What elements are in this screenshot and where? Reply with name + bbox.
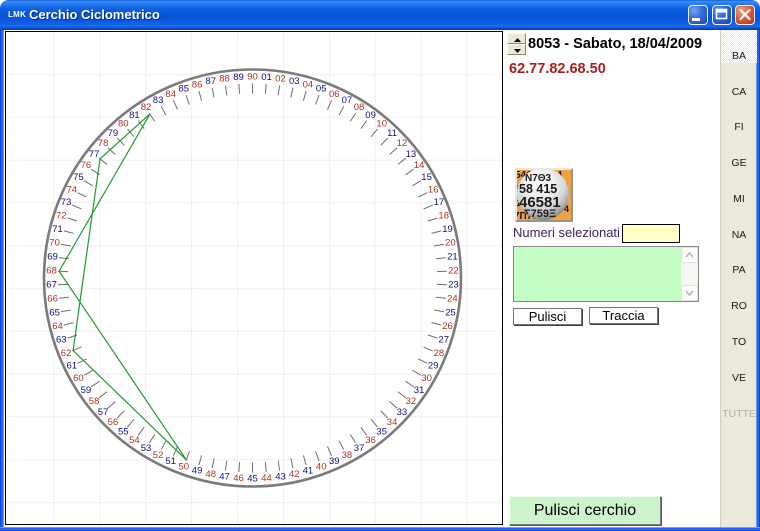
svg-text:73: 73 [61,197,72,208]
svg-text:88: 88 [219,74,230,85]
svg-text:31: 31 [414,385,425,396]
svg-text:30: 30 [421,373,432,384]
svg-text:04: 04 [303,79,314,90]
svg-text:85: 85 [179,84,190,95]
svg-text:43: 43 [275,472,286,483]
svg-text:44: 44 [261,473,272,484]
svg-text:01: 01 [261,72,272,83]
svg-text:87: 87 [205,76,216,87]
svg-text:34: 34 [387,417,398,428]
svg-text:07: 07 [342,95,353,106]
svg-text:89: 89 [233,72,244,83]
svg-text:26: 26 [442,321,453,332]
svg-text:84: 84 [165,89,176,100]
svg-text:55: 55 [118,427,129,438]
svg-text:21: 21 [447,252,458,263]
svg-text:51: 51 [165,456,176,467]
svg-text:16: 16 [428,184,439,195]
svg-text:61: 61 [67,361,78,372]
svg-text:56: 56 [108,417,119,428]
svg-text:59: 59 [81,385,92,396]
svg-text:19: 19 [442,224,453,235]
svg-text:86: 86 [192,79,203,90]
svg-text:71: 71 [52,224,63,235]
svg-text:24: 24 [447,294,458,305]
svg-text:37: 37 [354,443,365,454]
svg-text:08: 08 [354,102,365,113]
svg-text:06: 06 [329,89,340,100]
svg-text:70: 70 [49,238,60,249]
svg-text:27: 27 [438,335,449,346]
svg-text:09: 09 [365,110,376,121]
svg-text:02: 02 [275,74,286,85]
svg-text:62: 62 [61,348,72,359]
svg-text:90: 90 [247,72,258,83]
svg-text:72: 72 [56,210,67,221]
svg-text:42: 42 [289,469,300,480]
svg-text:03: 03 [289,76,300,87]
svg-text:46: 46 [233,473,244,484]
svg-text:28: 28 [434,348,445,359]
svg-text:77: 77 [89,149,100,160]
svg-text:22: 22 [448,266,459,277]
svg-text:50: 50 [179,461,190,472]
svg-text:12: 12 [397,138,408,149]
svg-text:45: 45 [247,474,258,485]
svg-text:53: 53 [141,443,152,454]
svg-text:81: 81 [129,110,140,121]
svg-text:36: 36 [365,435,376,446]
svg-text:58: 58 [89,396,100,407]
svg-text:40: 40 [316,461,327,472]
svg-text:68: 68 [46,266,57,277]
svg-text:41: 41 [303,466,314,477]
svg-text:78: 78 [98,138,109,149]
svg-text:69: 69 [47,252,58,263]
svg-text:38: 38 [342,450,353,461]
svg-text:83: 83 [153,95,164,106]
svg-text:52: 52 [153,450,164,461]
svg-text:39: 39 [329,456,340,467]
svg-text:47: 47 [219,472,230,483]
svg-text:17: 17 [434,197,445,208]
svg-text:74: 74 [67,184,78,195]
svg-text:10: 10 [376,119,387,130]
svg-text:67: 67 [46,280,57,291]
svg-text:29: 29 [428,361,439,372]
svg-text:35: 35 [376,427,387,438]
svg-text:05: 05 [316,84,327,95]
svg-text:75: 75 [73,172,84,183]
svg-text:33: 33 [397,407,408,418]
svg-text:32: 32 [406,396,417,407]
svg-text:65: 65 [49,307,60,318]
svg-text:63: 63 [56,335,67,346]
svg-text:79: 79 [108,128,119,139]
svg-text:20: 20 [445,238,456,249]
svg-text:15: 15 [421,172,432,183]
svg-text:57: 57 [98,407,109,418]
svg-text:60: 60 [73,373,84,384]
svg-text:54: 54 [129,435,140,446]
svg-text:11: 11 [387,128,397,139]
svg-text:64: 64 [52,321,63,332]
svg-text:18: 18 [438,210,449,221]
svg-text:13: 13 [406,149,417,160]
svg-text:48: 48 [205,469,216,480]
svg-text:82: 82 [141,102,152,113]
svg-text:76: 76 [81,160,92,171]
svg-text:25: 25 [445,307,456,318]
svg-text:23: 23 [448,280,459,291]
svg-text:49: 49 [192,466,203,477]
svg-text:80: 80 [118,119,129,130]
svg-text:14: 14 [414,160,425,171]
svg-text:66: 66 [47,294,58,305]
